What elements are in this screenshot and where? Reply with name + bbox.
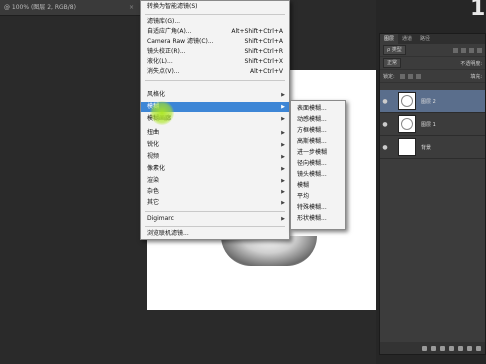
- pixel-filter-icon[interactable]: [453, 47, 458, 53]
- filter-icons: [453, 47, 482, 53]
- submenu-item-motion-blur[interactable]: 动感模糊...: [291, 115, 345, 125]
- layer-thumbnail: [398, 92, 416, 110]
- submenu-item-shape-blur[interactable]: 形状模糊...: [291, 214, 345, 224]
- link-layers-icon[interactable]: [422, 345, 427, 351]
- blend-mode-select[interactable]: 正常: [383, 58, 402, 68]
- document-tab[interactable]: @ 100% (图层 2, RGB/8) ×: [0, 0, 140, 16]
- layer-filter-row: ρ 类型: [380, 44, 485, 57]
- submenu-arrow-icon: ▶: [281, 154, 285, 160]
- tab-paths[interactable]: 路径: [416, 34, 434, 44]
- visibility-eye-icon[interactable]: ●: [380, 98, 390, 105]
- layer-row-layer-1[interactable]: ● 图层 1: [380, 113, 485, 136]
- cursor-highlight-icon: [150, 101, 174, 125]
- submenu-item-blur-more[interactable]: 进一步模糊: [291, 148, 345, 158]
- submenu-arrow-icon: ▶: [281, 166, 285, 172]
- lock-pixels-icon[interactable]: [399, 73, 405, 79]
- menu-item-sharpen[interactable]: 锐化 ▶: [141, 140, 289, 150]
- document-tab-title: @ 100% (图层 2, RGB/8): [4, 4, 76, 11]
- menu-item-convert-smart-filter[interactable]: 转换为智能滤镜(S): [141, 2, 289, 12]
- submenu-item-box-blur[interactable]: 方框模糊...: [291, 126, 345, 136]
- submenu-arrow-icon: ▶: [281, 104, 285, 110]
- layer-row-background[interactable]: ● 背景: [380, 136, 485, 159]
- menu-item-noise[interactable]: 杂色 ▶: [141, 187, 289, 197]
- lock-icons: [399, 73, 421, 79]
- menu-item-distort[interactable]: 扭曲 ▶: [141, 128, 289, 138]
- lock-label: 锁定:: [383, 73, 395, 80]
- layer-name: 图层 1: [421, 121, 436, 128]
- opacity-label: 不透明度:: [460, 60, 482, 67]
- submenu-item-smart-blur[interactable]: 特殊模糊...: [291, 203, 345, 213]
- new-layer-icon[interactable]: [467, 345, 472, 351]
- menu-separator: [145, 211, 285, 212]
- menu-item-render[interactable]: 渲染 ▶: [141, 176, 289, 186]
- layers-panel-tabs: 图层 通道 路径: [380, 34, 485, 44]
- submenu-item-average[interactable]: 平均: [291, 192, 345, 202]
- lock-position-icon[interactable]: [407, 73, 413, 79]
- tab-layers[interactable]: 图层: [380, 34, 399, 44]
- layer-row-layer-2[interactable]: ● 图层 2: [380, 90, 485, 113]
- submenu-arrow-icon: ▶: [281, 200, 285, 206]
- menu-separator: [145, 226, 285, 227]
- visibility-eye-icon[interactable]: ●: [380, 121, 390, 128]
- type-filter-icon[interactable]: [469, 47, 474, 53]
- kind-filter-select[interactable]: ρ 类型: [383, 45, 406, 55]
- submenu-arrow-icon: ▶: [281, 178, 285, 184]
- visibility-eye-icon[interactable]: ●: [380, 144, 390, 151]
- new-group-icon[interactable]: [458, 345, 463, 351]
- menu-item-browse-online-filters[interactable]: 浏览联机滤镜...: [141, 229, 289, 239]
- menu-item-lens-correction[interactable]: 镜头校正(R)... Shift+Ctrl+R: [141, 47, 289, 57]
- ring-artwork: [221, 236, 317, 266]
- lock-all-icon[interactable]: [415, 73, 421, 79]
- submenu-item-gaussian-blur[interactable]: 高斯模糊...: [291, 137, 345, 147]
- menu-separator: [145, 14, 285, 15]
- submenu-arrow-icon: ▶: [281, 216, 285, 222]
- menu-item-other[interactable]: 其它 ▶: [141, 198, 289, 208]
- close-tab-icon[interactable]: ×: [129, 0, 134, 15]
- layer-name: 背景: [421, 144, 432, 151]
- fill-label: 填充:: [470, 73, 482, 80]
- menu-separator: [145, 80, 285, 81]
- blend-row: 正常 不透明度:: [380, 57, 485, 70]
- layer-thumbnail: [398, 138, 416, 156]
- submenu-arrow-icon: ▶: [281, 189, 285, 195]
- lock-row: 锁定: 填充:: [380, 70, 485, 83]
- submenu-arrow-icon: ▶: [281, 130, 285, 136]
- menu-item-liquify[interactable]: 液化(L)... Shift+Ctrl+X: [141, 57, 289, 67]
- corner-digit: 1: [470, 0, 486, 21]
- menu-item-filter-gallery[interactable]: 滤镜库(G)...: [141, 17, 289, 27]
- adjustment-layer-icon[interactable]: [449, 345, 454, 351]
- submenu-item-surface-blur[interactable]: 表面模糊...: [291, 104, 345, 114]
- menu-item-video[interactable]: 视频 ▶: [141, 152, 289, 162]
- menu-item-vanishing-point[interactable]: 消失点(V)... Alt+Ctrl+V: [141, 67, 289, 77]
- blur-submenu: 表面模糊... 动感模糊... 方框模糊... 高斯模糊... 进一步模糊 径向…: [290, 100, 346, 230]
- layers-panel-footer: [380, 342, 485, 354]
- add-mask-icon[interactable]: [440, 345, 445, 351]
- layer-thumbnail: [398, 115, 416, 133]
- menu-item-digimarc[interactable]: Digimarc ▶: [141, 214, 289, 224]
- fx-icon[interactable]: [431, 345, 436, 351]
- submenu-item-radial-blur[interactable]: 径向模糊...: [291, 159, 345, 169]
- layers-panel: 图层 通道 路径 ρ 类型 正常 不透明度: 锁定: 填充: ● 图层 2 ● …: [379, 33, 486, 355]
- tab-channels[interactable]: 通道: [398, 34, 416, 44]
- shape-filter-icon[interactable]: [477, 47, 482, 53]
- adjustment-filter-icon[interactable]: [461, 47, 466, 53]
- submenu-item-lens-blur[interactable]: 镜头模糊...: [291, 170, 345, 180]
- menu-item-stylize[interactable]: 风格化 ▶: [141, 90, 289, 100]
- submenu-arrow-icon: ▶: [281, 92, 285, 98]
- submenu-arrow-icon: ▶: [281, 142, 285, 148]
- layer-name: 图层 2: [421, 98, 436, 105]
- submenu-item-blur[interactable]: 模糊: [291, 181, 345, 191]
- menu-item-camera-raw[interactable]: Camera Raw 滤镜(C)... Shift+Ctrl+A: [141, 37, 289, 47]
- menu-item-pixelate[interactable]: 像素化 ▶: [141, 164, 289, 174]
- menu-item-adaptive-wide-angle[interactable]: 自适应广角(A)... Alt+Shift+Ctrl+A: [141, 27, 289, 37]
- submenu-arrow-icon: ▶: [281, 116, 285, 122]
- delete-layer-icon[interactable]: [476, 345, 481, 351]
